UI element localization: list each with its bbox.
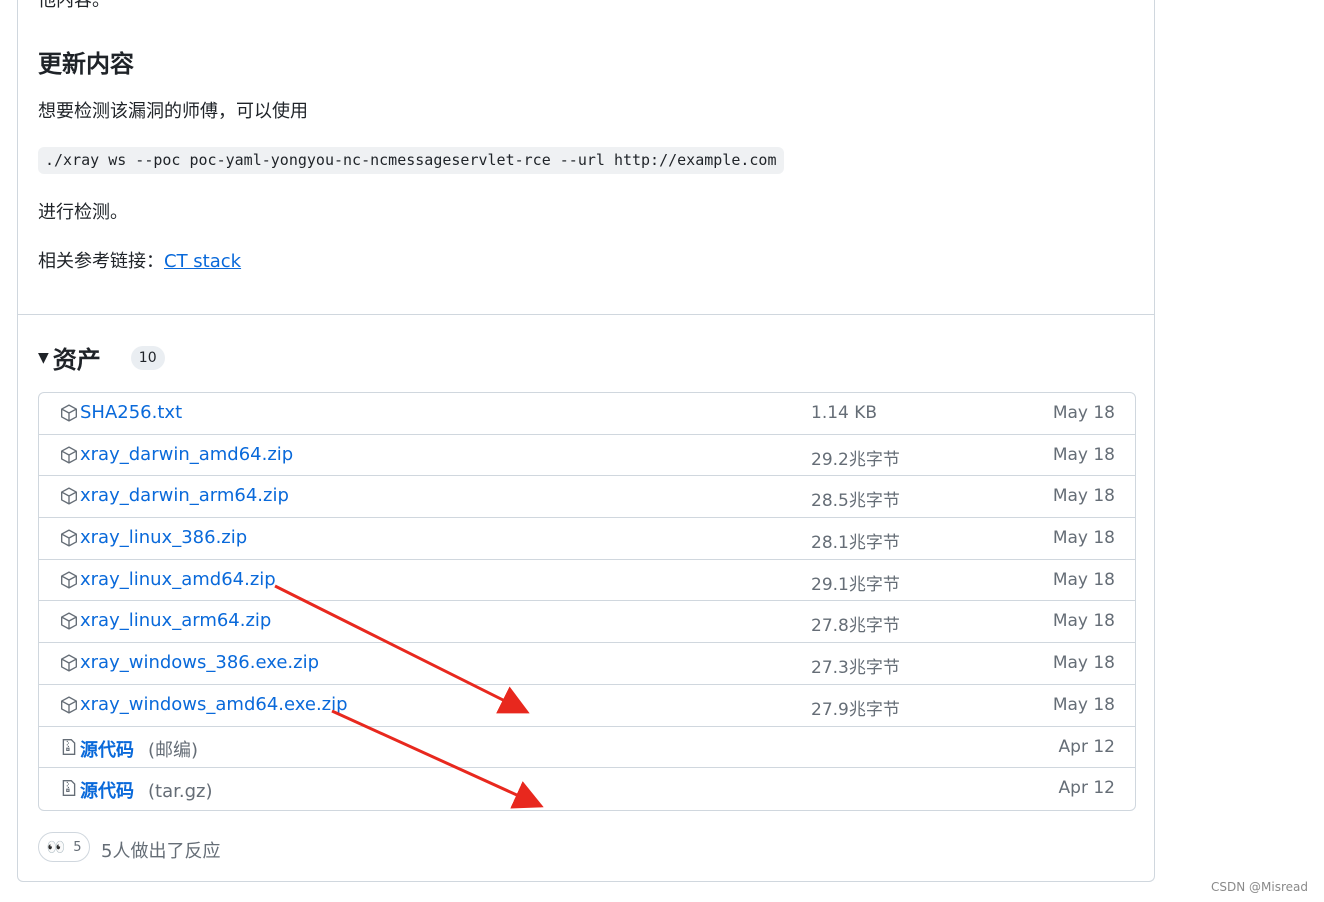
asset-link[interactable]: xray_linux_amd64.zip xyxy=(80,569,276,590)
asset-row: xray_linux_386.zip 28.1兆字节 May 18 xyxy=(39,518,1135,560)
asset-link[interactable]: xray_linux_386.zip xyxy=(80,527,247,548)
asset-date: May 18 xyxy=(1052,694,1115,715)
eyes-icon: 👀 xyxy=(46,838,66,856)
asset-size: 28.5兆字节 xyxy=(811,491,900,512)
asset-date: Apr 12 xyxy=(1058,778,1115,799)
asset-link[interactable]: xray_darwin_amd64.zip xyxy=(80,444,293,465)
package-icon xyxy=(60,529,78,547)
assets-toggle[interactable]: ▼ 资产 10 xyxy=(38,340,165,375)
asset-link[interactable]: xray_linux_arm64.zip xyxy=(80,610,271,631)
asset-size: 27.3兆字节 xyxy=(811,658,900,679)
divider xyxy=(18,314,1154,315)
intro-text: 想要检测该漏洞的师傅，可以使用 xyxy=(38,101,308,122)
asset-name: xray_windows_386.exe.zip xyxy=(80,652,320,674)
assets-title: 资产 xyxy=(52,346,101,374)
package-icon xyxy=(60,612,78,630)
asset-name: xray_linux_amd64.zip xyxy=(80,568,276,590)
asset-date: May 18 xyxy=(1052,611,1115,632)
asset-link[interactable]: 源代码 (邮编) xyxy=(80,736,198,762)
cutoff-text: 他内容。 xyxy=(38,0,110,11)
asset-link[interactable]: xray_windows_386.exe.zip xyxy=(80,652,319,673)
package-icon xyxy=(60,696,78,714)
asset-row: xray_windows_386.exe.zip 27.3兆字节 May 18 xyxy=(39,643,1135,685)
package-icon xyxy=(60,446,78,464)
asset-date: May 18 xyxy=(1052,403,1115,423)
reaction-summary: 5人做出了反应 xyxy=(101,841,221,862)
triangle-down-icon: ▼ xyxy=(38,349,49,366)
file-zip-icon xyxy=(60,738,78,756)
asset-name: xray_darwin_arm64.zip xyxy=(80,485,289,507)
asset-suffix: (tar.gz) xyxy=(148,781,213,803)
asset-suffix: (邮编) xyxy=(148,739,199,761)
asset-row: 源代码 (tar.gz) Apr 12 xyxy=(39,768,1135,810)
asset-row: xray_linux_arm64.zip 27.8兆字节 May 18 xyxy=(39,601,1135,644)
package-icon xyxy=(60,571,78,589)
asset-date: May 18 xyxy=(1052,444,1115,465)
asset-size: 27.8兆字节 xyxy=(811,616,900,637)
reference-link[interactable]: CT stack xyxy=(164,251,241,272)
watermark: CSDN @Misread xyxy=(1211,880,1308,894)
asset-row: 源代码 (邮编) Apr 12 xyxy=(39,727,1135,769)
asset-size: 29.2兆字节 xyxy=(811,449,900,470)
asset-size: 1.14 KB xyxy=(811,403,878,423)
asset-row: xray_darwin_arm64.zip 28.5兆字节 May 18 xyxy=(39,476,1135,519)
asset-link[interactable]: SHA256.txt xyxy=(80,402,182,423)
asset-name: xray_linux_386.zip xyxy=(80,527,248,549)
package-icon xyxy=(60,654,78,672)
asset-size: 28.1兆字节 xyxy=(811,533,900,554)
reaction-button[interactable]: 👀 5 xyxy=(38,832,90,862)
after-command-text: 进行检测。 xyxy=(38,202,128,223)
asset-name: 源代码 xyxy=(80,739,134,761)
asset-size: 27.9兆字节 xyxy=(811,699,900,720)
asset-name: xray_linux_arm64.zip xyxy=(80,610,272,632)
asset-date: May 18 xyxy=(1052,569,1115,590)
asset-row: SHA256.txt 1.14 KB May 18 xyxy=(39,393,1135,435)
section-heading: 更新内容 xyxy=(38,50,134,78)
asset-date: May 18 xyxy=(1052,486,1115,507)
reaction-count: 5 xyxy=(73,839,82,855)
asset-link[interactable]: xray_darwin_arm64.zip xyxy=(80,485,289,506)
assets-count-badge: 10 xyxy=(130,345,165,370)
asset-link[interactable]: xray_windows_amd64.exe.zip xyxy=(80,694,348,715)
package-icon xyxy=(60,404,78,422)
asset-date: May 18 xyxy=(1052,528,1115,549)
asset-row: xray_linux_amd64.zip 29.1兆字节 May 18 xyxy=(39,560,1135,602)
asset-name: xray_windows_amd64.exe.zip xyxy=(80,693,348,715)
package-icon xyxy=(60,487,78,505)
asset-name: xray_darwin_amd64.zip xyxy=(80,443,294,465)
reference-label: 相关参考链接： xyxy=(38,251,164,272)
file-zip-icon xyxy=(60,779,78,797)
asset-name: SHA256.txt xyxy=(80,402,183,423)
asset-size: 29.1兆字节 xyxy=(811,574,900,595)
assets-list: SHA256.txt 1.14 KB May 18 xray_darwin_amd64… xyxy=(38,392,1136,811)
command-code: ./xray ws --poc poc-yaml-yongyou-nc-ncme… xyxy=(38,147,784,174)
asset-row: xray_darwin_amd64.zip 29.2兆字节 May 18 xyxy=(39,435,1135,477)
asset-date: May 18 xyxy=(1052,653,1115,674)
asset-link[interactable]: 源代码 (tar.gz) xyxy=(80,777,212,803)
asset-row: xray_windows_amd64.exe.zip 27.9兆字节 May 18 xyxy=(39,685,1135,727)
asset-date: Apr 12 xyxy=(1058,736,1115,757)
reference-line: 相关参考链接：CT stack xyxy=(38,247,241,273)
asset-name: 源代码 xyxy=(80,781,134,803)
